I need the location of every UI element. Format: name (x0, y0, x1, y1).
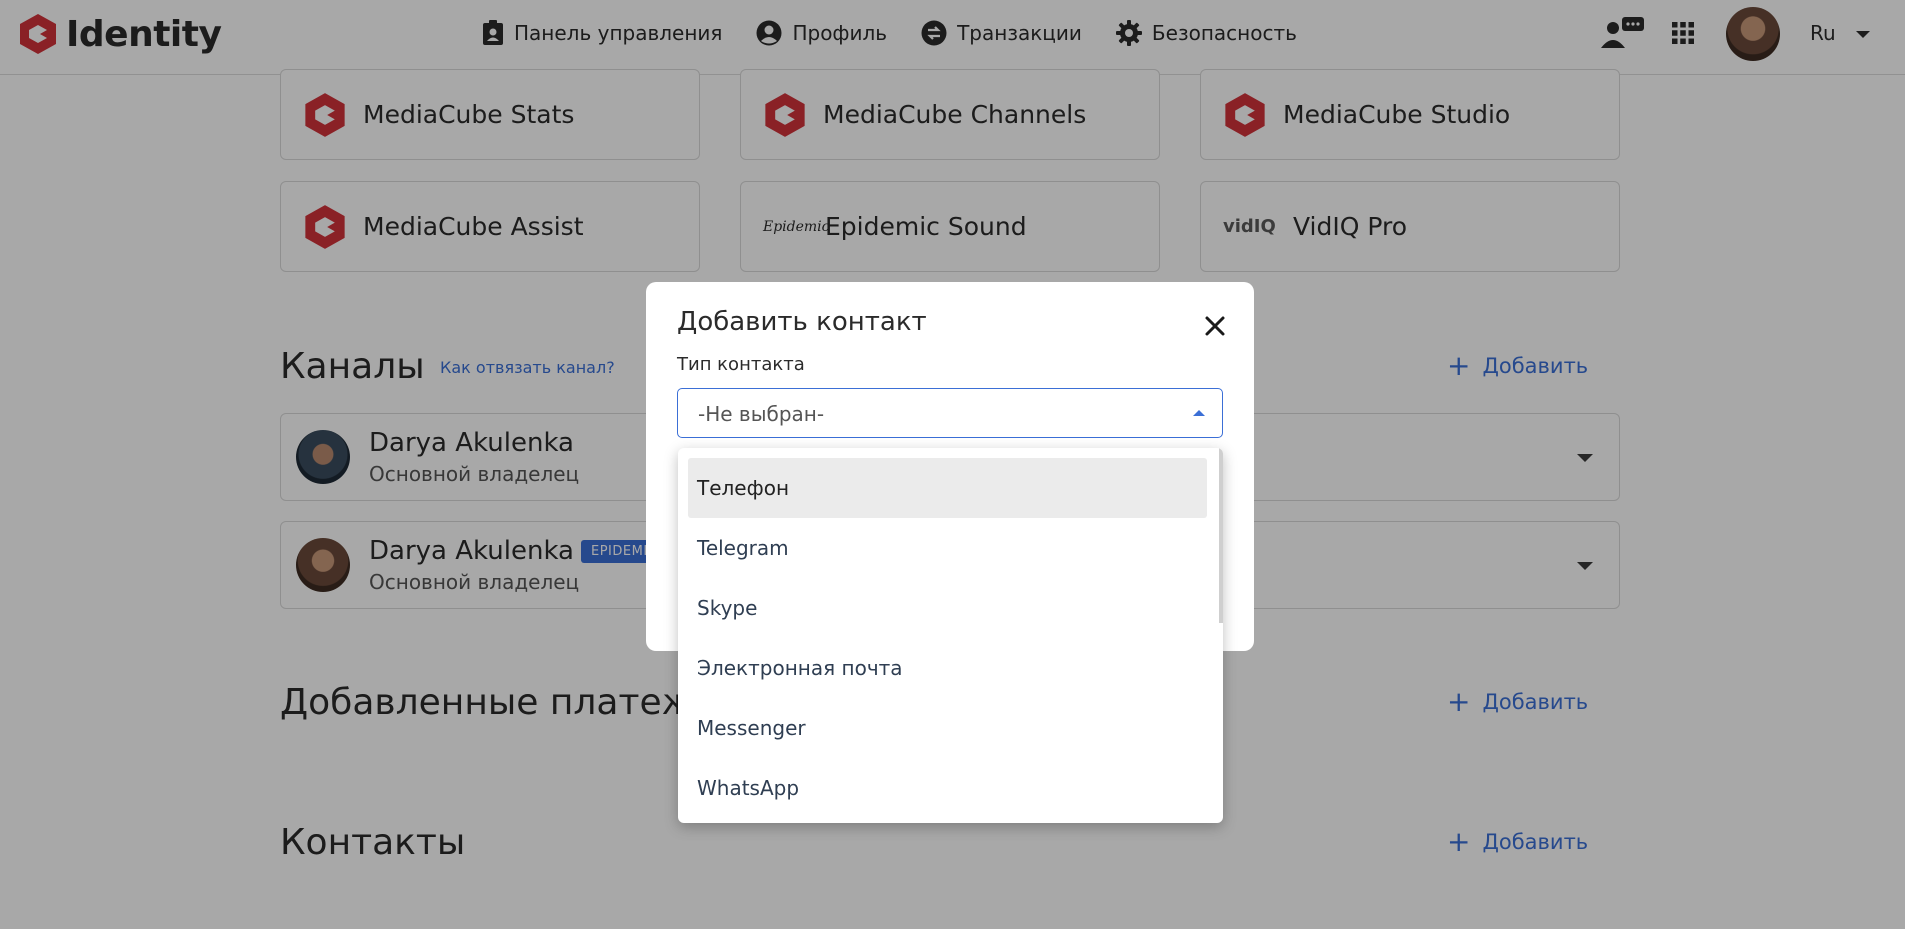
chevron-up-icon (1193, 410, 1205, 416)
contact-type-value: -Не выбран- (698, 402, 825, 426)
option-phone[interactable]: Телефон (688, 458, 1207, 518)
option-messenger[interactable]: Messenger (688, 698, 1207, 758)
option-whatsapp[interactable]: WhatsApp (688, 758, 1207, 818)
option-skype[interactable]: Skype (688, 578, 1207, 638)
option-email[interactable]: Электронная почта (688, 638, 1207, 698)
contact-type-dropdown: Телефон Telegram Skype Электронная почта… (678, 448, 1223, 823)
contact-type-select[interactable]: -Не выбран- (677, 388, 1223, 438)
close-icon[interactable] (1201, 312, 1229, 340)
contact-type-label: Тип контакта (677, 354, 805, 375)
modal-title: Добавить контакт (677, 307, 927, 337)
dropdown-scrollbar[interactable] (1219, 448, 1223, 623)
option-telegram[interactable]: Telegram (688, 518, 1207, 578)
